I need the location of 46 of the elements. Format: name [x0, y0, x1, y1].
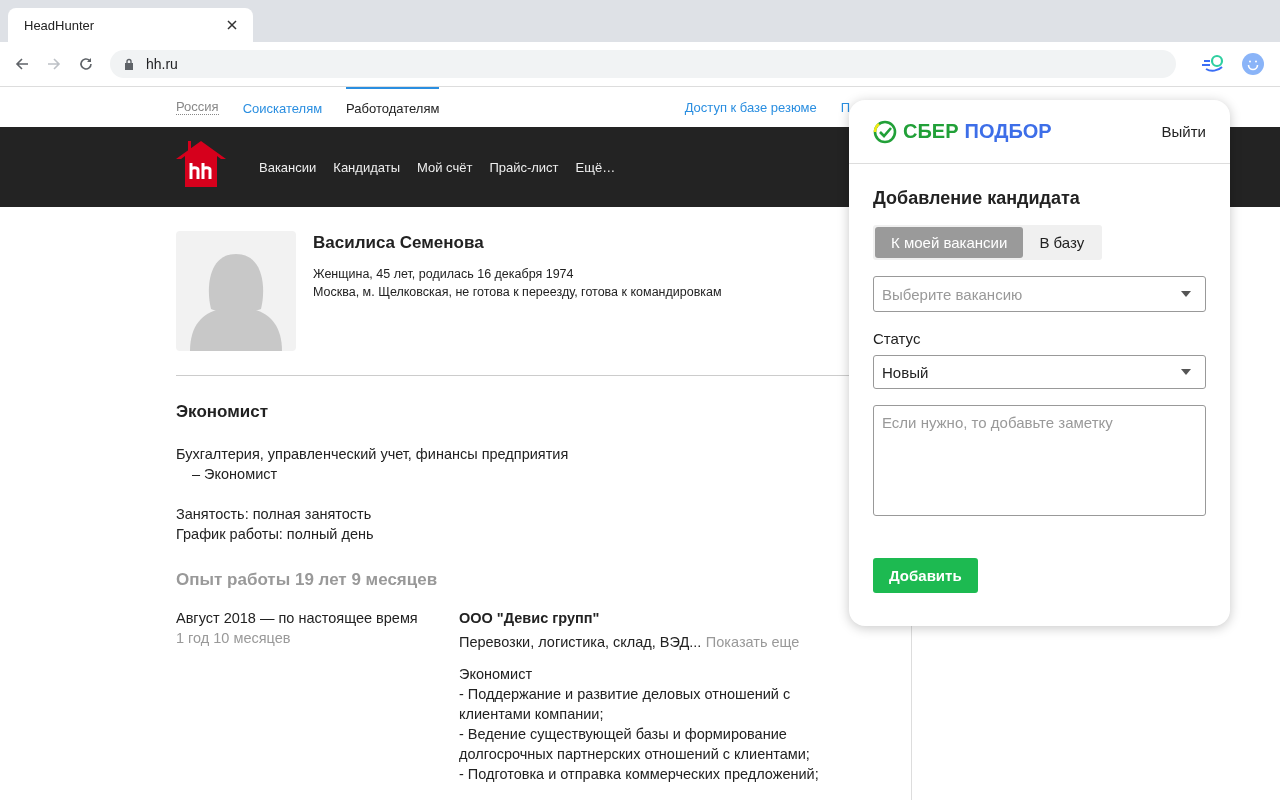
- status-select[interactable]: Новый: [873, 355, 1206, 389]
- employment-text: Занятость: полная занятость: [176, 505, 373, 524]
- note-field[interactable]: Если нужно, то добавьте заметку: [873, 405, 1206, 516]
- candidate-name: Василиса Семенова: [313, 233, 485, 253]
- candidate-detail: Женщина, 45 лет, родилась 16 декабря 1974: [313, 266, 575, 283]
- caret-icon: [1181, 291, 1191, 297]
- specialization-text: Бухгалтерия, управленческий учет, финансы предприятия: [176, 445, 570, 464]
- main-nav-link[interactable]: Прайс-лист: [489, 159, 559, 175]
- audience-tab[interactable]: Соискателям: [242, 87, 323, 127]
- industry-text: Перевозки, логистика, склад, ВЭД...: [459, 634, 702, 650]
- check-circle-logo-icon: [873, 119, 897, 144]
- reload-icon[interactable]: [78, 56, 94, 72]
- logout-link[interactable]: Выйти: [1161, 123, 1206, 140]
- main-nav-link[interactable]: Вакансии: [259, 159, 317, 175]
- popup-title: Добавление кандидата: [873, 188, 1081, 209]
- top-link[interactable]: Доступ к базе резюме: [684, 99, 817, 115]
- caret-icon: [1181, 369, 1191, 375]
- job-period: Август 2018 — по настоящее время: [176, 609, 419, 628]
- job-duration: 1 год 10 месяцев: [176, 629, 292, 648]
- company-name: ООО "Девис групп": [459, 609, 601, 628]
- back-icon[interactable]: [14, 56, 30, 72]
- job-description-line: - Ведение существующей базы и формирование долгосрочных партнерских отношений с клиентами;: [459, 725, 811, 764]
- lock-icon: [124, 58, 134, 70]
- mode-tab[interactable]: В базу: [1023, 227, 1101, 258]
- job-description-line: Экономист: [459, 665, 534, 684]
- status-label: Статус: [873, 330, 922, 347]
- candidate-detail: Москва, м. Щелковская, не готова к переезду, готова к командировкам: [313, 284, 722, 301]
- region-selector[interactable]: Россия: [176, 99, 219, 115]
- job-description-line: - Поддержание и развитие деловых отношений с клиентами компании;: [459, 685, 792, 724]
- close-icon[interactable]: [227, 20, 237, 30]
- extension-icon[interactable]: [1200, 53, 1226, 75]
- job-description-line: - Подготовка и отправка коммерческих предложений;: [459, 765, 820, 784]
- address-bar[interactable]: hh.ru: [110, 50, 1176, 78]
- avatar-silhouette-icon: [176, 231, 296, 351]
- brand-name: ПОДБОР: [964, 120, 1052, 143]
- main-nav-link[interactable]: Кандидаты: [333, 159, 400, 175]
- brand-name: СБЕР: [903, 120, 959, 143]
- specialization-item: – Экономист: [191, 465, 279, 484]
- main-nav-link[interactable]: Мой счёт: [417, 159, 473, 175]
- employment-text: График работы: полный день: [176, 525, 375, 544]
- url-text: hh.ru: [146, 56, 178, 72]
- browser-tab[interactable]: HeadHunter: [8, 8, 253, 42]
- main-nav-link[interactable]: Ещё…: [575, 159, 616, 175]
- position-title: Экономист: [176, 402, 269, 422]
- house-logo-icon[interactable]: [176, 141, 226, 187]
- tab-title: HeadHunter: [24, 17, 95, 33]
